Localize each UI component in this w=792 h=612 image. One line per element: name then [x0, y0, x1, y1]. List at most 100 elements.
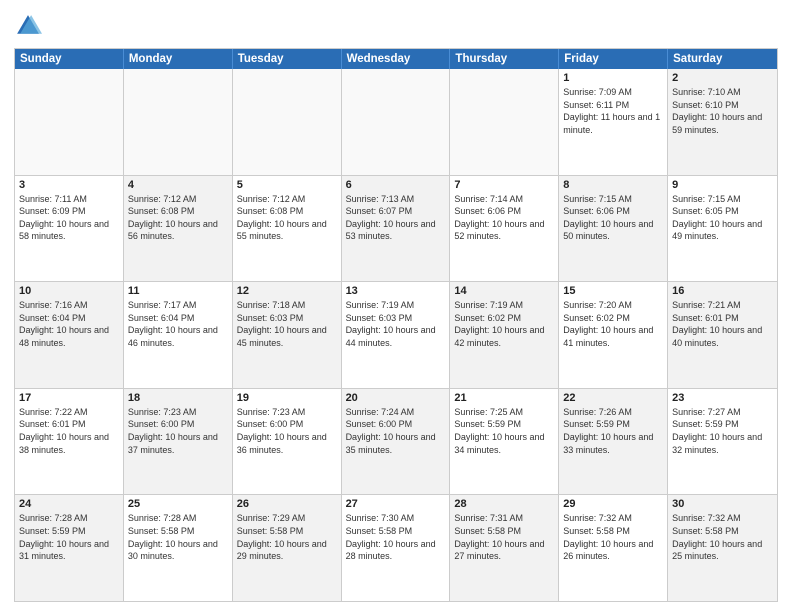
day-info: Sunrise: 7:24 AMSunset: 6:00 PMDaylight:…	[346, 406, 446, 456]
day-number: 5	[237, 179, 337, 191]
day-info: Sunrise: 7:21 AMSunset: 6:01 PMDaylight:…	[672, 299, 773, 349]
calendar-row-3: 17 Sunrise: 7:22 AMSunset: 6:01 PMDayligh…	[15, 388, 777, 495]
day-cell-27: 27 Sunrise: 7:30 AMSunset: 5:58 PMDayligh…	[342, 495, 451, 601]
day-info: Sunrise: 7:10 AMSunset: 6:10 PMDaylight:…	[672, 86, 773, 136]
day-cell-29: 29 Sunrise: 7:32 AMSunset: 5:58 PMDayligh…	[559, 495, 668, 601]
day-info: Sunrise: 7:25 AMSunset: 5:59 PMDaylight:…	[454, 406, 554, 456]
day-number: 1	[563, 72, 663, 84]
header	[14, 12, 778, 40]
day-number: 27	[346, 498, 446, 510]
header-day-tuesday: Tuesday	[233, 49, 342, 69]
day-info: Sunrise: 7:23 AMSunset: 6:00 PMDaylight:…	[128, 406, 228, 456]
day-cell-12: 12 Sunrise: 7:18 AMSunset: 6:03 PMDayligh…	[233, 282, 342, 388]
empty-cell	[124, 69, 233, 175]
day-info: Sunrise: 7:30 AMSunset: 5:58 PMDaylight:…	[346, 512, 446, 562]
day-cell-24: 24 Sunrise: 7:28 AMSunset: 5:59 PMDayligh…	[15, 495, 124, 601]
day-cell-4: 4 Sunrise: 7:12 AMSunset: 6:08 PMDaylight…	[124, 176, 233, 282]
day-number: 19	[237, 392, 337, 404]
day-info: Sunrise: 7:15 AMSunset: 6:06 PMDaylight:…	[563, 193, 663, 243]
day-number: 11	[128, 285, 228, 297]
day-number: 30	[672, 498, 773, 510]
empty-cell	[342, 69, 451, 175]
calendar: SundayMondayTuesdayWednesdayThursdayFrid…	[14, 48, 778, 602]
day-number: 7	[454, 179, 554, 191]
calendar-body: 1 Sunrise: 7:09 AMSunset: 6:11 PMDaylight…	[15, 69, 777, 601]
day-number: 24	[19, 498, 119, 510]
day-info: Sunrise: 7:11 AMSunset: 6:09 PMDaylight:…	[19, 193, 119, 243]
day-cell-20: 20 Sunrise: 7:24 AMSunset: 6:00 PMDayligh…	[342, 389, 451, 495]
day-number: 28	[454, 498, 554, 510]
day-cell-1: 1 Sunrise: 7:09 AMSunset: 6:11 PMDaylight…	[559, 69, 668, 175]
day-cell-11: 11Sunrise: 7:17 AMSunset: 6:04 PMDayligh…	[124, 282, 233, 388]
day-number: 29	[563, 498, 663, 510]
day-cell-13: 13 Sunrise: 7:19 AMSunset: 6:03 PMDayligh…	[342, 282, 451, 388]
day-cell-16: 16 Sunrise: 7:21 AMSunset: 6:01 PMDayligh…	[668, 282, 777, 388]
day-info: Sunrise: 7:29 AMSunset: 5:58 PMDaylight:…	[237, 512, 337, 562]
day-info: Sunrise: 7:31 AMSunset: 5:58 PMDaylight:…	[454, 512, 554, 562]
day-info: Sunrise: 7:27 AMSunset: 5:59 PMDaylight:…	[672, 406, 773, 456]
day-cell-10: 10Sunrise: 7:16 AMSunset: 6:04 PMDayligh…	[15, 282, 124, 388]
header-day-monday: Monday	[124, 49, 233, 69]
day-cell-5: 5 Sunrise: 7:12 AMSunset: 6:08 PMDaylight…	[233, 176, 342, 282]
day-cell-18: 18 Sunrise: 7:23 AMSunset: 6:00 PMDayligh…	[124, 389, 233, 495]
header-day-friday: Friday	[559, 49, 668, 69]
day-cell-2: 2Sunrise: 7:10 AMSunset: 6:10 PMDaylight…	[668, 69, 777, 175]
day-number: 12	[237, 285, 337, 297]
day-info: Sunrise: 7:28 AMSunset: 5:59 PMDaylight:…	[19, 512, 119, 562]
day-cell-26: 26 Sunrise: 7:29 AMSunset: 5:58 PMDayligh…	[233, 495, 342, 601]
day-number: 18	[128, 392, 228, 404]
day-cell-28: 28 Sunrise: 7:31 AMSunset: 5:58 PMDayligh…	[450, 495, 559, 601]
day-info: Sunrise: 7:12 AMSunset: 6:08 PMDaylight:…	[237, 193, 337, 243]
day-info: Sunrise: 7:18 AMSunset: 6:03 PMDaylight:…	[237, 299, 337, 349]
day-info: Sunrise: 7:12 AMSunset: 6:08 PMDaylight:…	[128, 193, 228, 243]
day-cell-25: 25Sunrise: 7:28 AMSunset: 5:58 PMDayligh…	[124, 495, 233, 601]
day-number: 3	[19, 179, 119, 191]
day-info: Sunrise: 7:28 AMSunset: 5:58 PMDaylight:…	[128, 512, 228, 562]
day-info: Sunrise: 7:22 AMSunset: 6:01 PMDaylight:…	[19, 406, 119, 456]
logo-icon	[14, 12, 42, 40]
day-cell-7: 7 Sunrise: 7:14 AMSunset: 6:06 PMDaylight…	[450, 176, 559, 282]
day-info: Sunrise: 7:14 AMSunset: 6:06 PMDaylight:…	[454, 193, 554, 243]
day-info: Sunrise: 7:19 AMSunset: 6:02 PMDaylight:…	[454, 299, 554, 349]
day-number: 17	[19, 392, 119, 404]
calendar-row-0: 1 Sunrise: 7:09 AMSunset: 6:11 PMDaylight…	[15, 69, 777, 175]
day-info: Sunrise: 7:20 AMSunset: 6:02 PMDaylight:…	[563, 299, 663, 349]
header-day-sunday: Sunday	[15, 49, 124, 69]
day-cell-9: 9Sunrise: 7:15 AMSunset: 6:05 PMDaylight…	[668, 176, 777, 282]
day-number: 8	[563, 179, 663, 191]
day-info: Sunrise: 7:32 AMSunset: 5:58 PMDaylight:…	[672, 512, 773, 562]
day-number: 13	[346, 285, 446, 297]
day-cell-15: 15Sunrise: 7:20 AMSunset: 6:02 PMDayligh…	[559, 282, 668, 388]
day-cell-8: 8 Sunrise: 7:15 AMSunset: 6:06 PMDaylight…	[559, 176, 668, 282]
day-number: 26	[237, 498, 337, 510]
empty-cell	[450, 69, 559, 175]
day-cell-17: 17 Sunrise: 7:22 AMSunset: 6:01 PMDayligh…	[15, 389, 124, 495]
header-day-thursday: Thursday	[450, 49, 559, 69]
day-info: Sunrise: 7:32 AMSunset: 5:58 PMDaylight:…	[563, 512, 663, 562]
empty-cell	[233, 69, 342, 175]
day-number: 4	[128, 179, 228, 191]
day-number: 10	[19, 285, 119, 297]
page: SundayMondayTuesdayWednesdayThursdayFrid…	[0, 0, 792, 612]
day-number: 21	[454, 392, 554, 404]
logo	[14, 12, 46, 40]
day-number: 22	[563, 392, 663, 404]
empty-cell	[15, 69, 124, 175]
day-number: 20	[346, 392, 446, 404]
day-number: 14	[454, 285, 554, 297]
day-info: Sunrise: 7:26 AMSunset: 5:59 PMDaylight:…	[563, 406, 663, 456]
day-cell-14: 14 Sunrise: 7:19 AMSunset: 6:02 PMDayligh…	[450, 282, 559, 388]
day-cell-23: 23Sunrise: 7:27 AMSunset: 5:59 PMDayligh…	[668, 389, 777, 495]
day-cell-30: 30 Sunrise: 7:32 AMSunset: 5:58 PMDayligh…	[668, 495, 777, 601]
day-cell-3: 3 Sunrise: 7:11 AMSunset: 6:09 PMDaylight…	[15, 176, 124, 282]
day-info: Sunrise: 7:15 AMSunset: 6:05 PMDaylight:…	[672, 193, 773, 243]
day-number: 16	[672, 285, 773, 297]
day-cell-21: 21 Sunrise: 7:25 AMSunset: 5:59 PMDayligh…	[450, 389, 559, 495]
day-info: Sunrise: 7:09 AMSunset: 6:11 PMDaylight:…	[563, 86, 663, 136]
day-info: Sunrise: 7:19 AMSunset: 6:03 PMDaylight:…	[346, 299, 446, 349]
header-day-wednesday: Wednesday	[342, 49, 451, 69]
calendar-row-1: 3 Sunrise: 7:11 AMSunset: 6:09 PMDaylight…	[15, 175, 777, 282]
day-info: Sunrise: 7:13 AMSunset: 6:07 PMDaylight:…	[346, 193, 446, 243]
header-day-saturday: Saturday	[668, 49, 777, 69]
day-cell-6: 6Sunrise: 7:13 AMSunset: 6:07 PMDaylight…	[342, 176, 451, 282]
